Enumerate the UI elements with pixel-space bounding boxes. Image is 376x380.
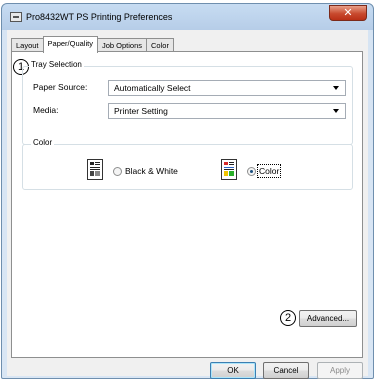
window-title: Pro8432WT PS Printing Preferences [26, 12, 173, 22]
paper-source-label: Paper Source: [33, 82, 88, 92]
bw-radio[interactable] [113, 167, 122, 176]
color-label[interactable]: Color [256, 164, 282, 178]
color-group: Color [22, 138, 353, 190]
color-document-icon [221, 159, 237, 180]
advanced-button[interactable]: Advanced... [299, 310, 357, 327]
color-group-title: Color [31, 138, 55, 147]
cancel-button[interactable]: Cancel [263, 362, 309, 379]
media-value: Printer Setting [114, 106, 168, 116]
title-bar: Pro8432WT PS Printing Preferences ✕ [2, 4, 373, 29]
chevron-down-icon [333, 109, 339, 113]
ok-button[interactable]: OK [210, 362, 256, 379]
apply-button[interactable]: Apply [317, 362, 363, 379]
tab-color[interactable]: Color [146, 38, 174, 52]
media-select[interactable]: Printer Setting [108, 103, 346, 119]
close-button[interactable]: ✕ [329, 5, 367, 21]
printing-preferences-window: Pro8432WT PS Printing Preferences ✕ Layo… [1, 3, 374, 379]
callout-2: 2 [280, 310, 296, 326]
tab-paper-quality[interactable]: Paper/Quality [42, 36, 98, 53]
tab-layout[interactable]: Layout [11, 38, 44, 52]
tab-job-options[interactable]: Job Options [96, 38, 148, 52]
bw-document-icon [87, 159, 103, 180]
bw-label[interactable]: Black & White [125, 166, 178, 176]
chevron-down-icon [333, 86, 339, 90]
dialog-client-area: Layout Paper/Quality Job Options Color 1… [7, 30, 368, 379]
paper-source-select[interactable]: Automatically Select [108, 80, 346, 96]
tray-selection-title: Tray Selection [29, 60, 84, 69]
paper-source-value: Automatically Select [114, 83, 191, 93]
printer-icon [10, 12, 22, 22]
color-radio[interactable] [247, 167, 256, 176]
paper-quality-panel: 1 Tray Selection Paper Source: Automatic… [11, 51, 363, 358]
media-label: Media: [33, 105, 59, 115]
tab-strip: Layout Paper/Quality Job Options Color [11, 36, 174, 53]
